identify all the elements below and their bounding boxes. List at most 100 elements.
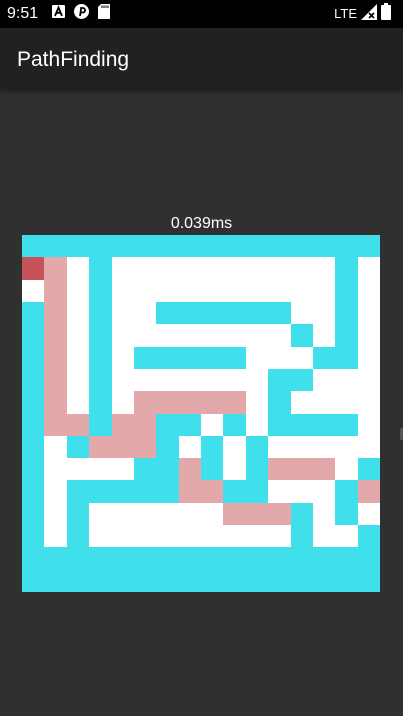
maze-cell-wall[interactable] [133, 547, 157, 570]
maze-cell-open[interactable] [178, 257, 201, 280]
maze-cell-open[interactable] [156, 525, 179, 548]
maze-cell-open[interactable] [290, 346, 313, 369]
maze-cell-wall[interactable] [66, 235, 90, 258]
maze-cell-wall[interactable] [245, 547, 269, 570]
maze-cell-open[interactable] [223, 257, 246, 280]
maze-cell-open[interactable] [111, 301, 134, 325]
maze-cell-open[interactable] [178, 279, 201, 302]
maze-cell-wall[interactable] [312, 346, 336, 369]
maze-cell-path[interactable] [44, 324, 67, 347]
maze-cell-wall[interactable] [201, 346, 224, 369]
maze-cell-path[interactable] [111, 413, 134, 436]
maze-cell-wall[interactable] [44, 547, 67, 570]
maze-cell-wall[interactable] [89, 391, 112, 414]
maze-cell-open[interactable] [133, 324, 157, 347]
maze-cell-wall[interactable] [312, 235, 336, 258]
maze-cell-wall[interactable] [111, 235, 134, 258]
maze-cell-path[interactable] [133, 391, 157, 414]
maze-cell-wall[interactable] [223, 413, 246, 436]
maze-cell-wall[interactable] [201, 569, 224, 592]
maze-cell-open[interactable] [268, 346, 291, 369]
maze-cell-open[interactable] [245, 346, 269, 369]
maze-cell-path[interactable] [268, 458, 291, 481]
maze-cell-open[interactable] [178, 502, 201, 526]
maze-cell-open[interactable] [312, 324, 336, 347]
maze-cell-wall[interactable] [133, 458, 157, 481]
maze-cell-wall[interactable] [22, 480, 45, 503]
maze-cell-path[interactable] [111, 435, 134, 459]
maze-cell-path[interactable] [312, 458, 336, 481]
maze-cell-path[interactable] [133, 435, 157, 459]
maze-cell-wall[interactable] [22, 391, 45, 414]
maze-cell-wall[interactable] [335, 547, 358, 570]
maze-cell-open[interactable] [66, 279, 90, 302]
maze-cell-open[interactable] [111, 458, 134, 481]
maze-cell-wall[interactable] [335, 301, 358, 325]
maze-cell-open[interactable] [44, 525, 67, 548]
maze-cell-path[interactable] [178, 391, 201, 414]
maze-cell-wall[interactable] [335, 413, 358, 436]
maze-cell-wall[interactable] [22, 324, 45, 347]
maze-cell-wall[interactable] [290, 413, 313, 436]
maze-cell-open[interactable] [178, 368, 201, 392]
maze-cell-open[interactable] [156, 257, 179, 280]
maze-cell-wall[interactable] [290, 235, 313, 258]
maze-cell-open[interactable] [290, 257, 313, 280]
maze-cell-wall[interactable] [66, 525, 90, 548]
maze-cell-open[interactable] [66, 346, 90, 369]
maze-cell-wall[interactable] [22, 413, 45, 436]
maze-cell-open[interactable] [312, 301, 336, 325]
maze-cell-open[interactable] [201, 279, 224, 302]
maze-cell-wall[interactable] [22, 458, 45, 481]
maze-cell-wall[interactable] [89, 257, 112, 280]
maze-cell-open[interactable] [268, 525, 291, 548]
maze-cell-open[interactable] [201, 368, 224, 392]
maze-cell-open[interactable] [335, 525, 358, 548]
maze-cell-open[interactable] [357, 413, 380, 436]
maze-cell-wall[interactable] [290, 525, 313, 548]
maze-cell-path[interactable] [178, 458, 201, 481]
maze-cell-wall[interactable] [357, 235, 380, 258]
maze-cell-wall[interactable] [201, 235, 224, 258]
maze-cell-path[interactable] [201, 391, 224, 414]
maze-cell-open[interactable] [133, 257, 157, 280]
maze-cell-path[interactable] [290, 458, 313, 481]
maze-cell-open[interactable] [156, 502, 179, 526]
maze-cell-open[interactable] [133, 301, 157, 325]
maze-cell-wall[interactable] [156, 458, 179, 481]
maze-cell-wall[interactable] [156, 301, 179, 325]
maze-cell-open[interactable] [245, 368, 269, 392]
maze-cell-open[interactable] [335, 391, 358, 414]
maze-cell-wall[interactable] [357, 525, 380, 548]
maze-cell-open[interactable] [111, 257, 134, 280]
maze-cell-wall[interactable] [66, 569, 90, 592]
maze-cell-open[interactable] [89, 458, 112, 481]
maze-cell-open[interactable] [245, 391, 269, 414]
maze-cell-wall[interactable] [156, 413, 179, 436]
maze-cell-open[interactable] [290, 480, 313, 503]
maze-cell-open[interactable] [156, 368, 179, 392]
maze-cell-path[interactable] [44, 346, 67, 369]
maze-cell-wall[interactable] [290, 368, 313, 392]
maze-cell-wall[interactable] [22, 235, 45, 258]
maze-cell-path[interactable] [44, 279, 67, 302]
maze-cell-wall[interactable] [223, 547, 246, 570]
maze-cell-open[interactable] [133, 279, 157, 302]
maze-cell-open[interactable] [268, 435, 291, 459]
maze-cell-open[interactable] [22, 279, 45, 302]
maze-cell-open[interactable] [44, 458, 67, 481]
maze-cell-path[interactable] [44, 301, 67, 325]
maze-cell-open[interactable] [111, 525, 134, 548]
maze-cell-wall[interactable] [178, 413, 201, 436]
maze-cell-path[interactable] [245, 502, 269, 526]
maze-cell-open[interactable] [268, 279, 291, 302]
maze-cell-wall[interactable] [156, 569, 179, 592]
maze-cell-open[interactable] [223, 458, 246, 481]
maze-cell-open[interactable] [357, 346, 380, 369]
maze-cell-path[interactable] [44, 257, 67, 280]
maze-cell-wall[interactable] [178, 301, 201, 325]
maze-cell-wall[interactable] [111, 569, 134, 592]
maze-cell-open[interactable] [111, 279, 134, 302]
maze-cell-open[interactable] [66, 324, 90, 347]
maze-cell-wall[interactable] [22, 368, 45, 392]
